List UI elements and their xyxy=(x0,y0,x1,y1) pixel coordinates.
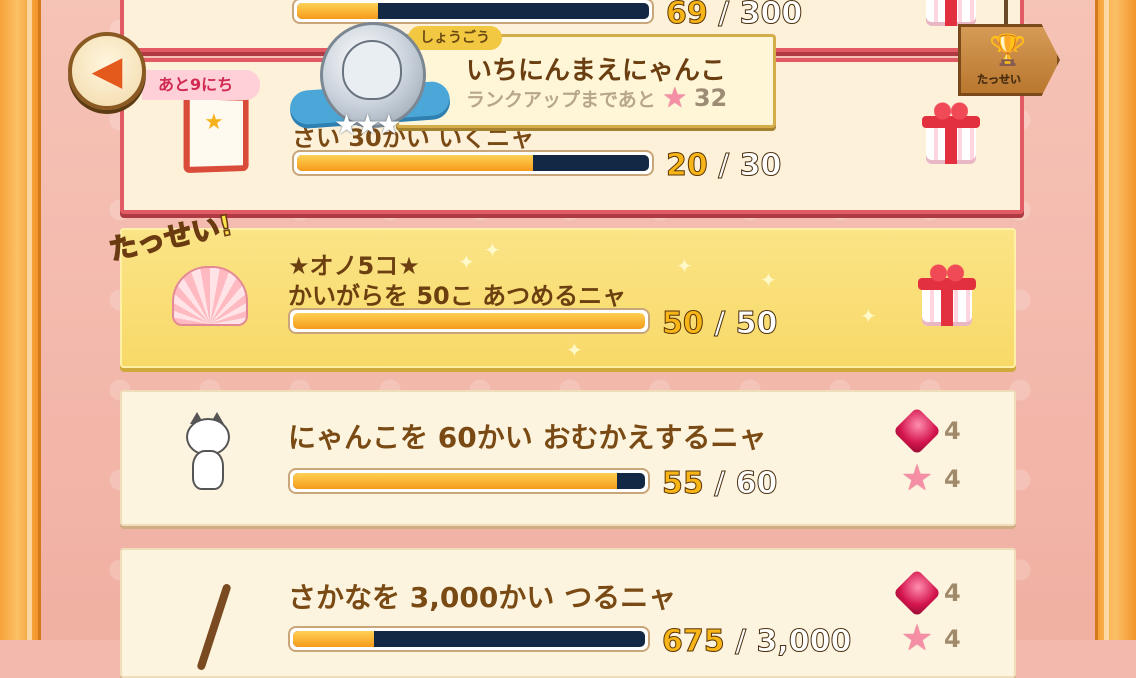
progress-count: 675 / 3,000 xyxy=(662,624,852,660)
right-frame xyxy=(1095,0,1136,640)
progress-count: 55 / 60 xyxy=(662,466,778,502)
progress-fill xyxy=(297,3,378,19)
progress-bar xyxy=(288,308,650,334)
progress-bar xyxy=(288,626,650,652)
star-icon: ★ xyxy=(900,618,934,659)
progress-count: 69 / 300 xyxy=(666,0,803,32)
gift-box-icon[interactable] xyxy=(922,0,980,26)
gift-box-icon[interactable] xyxy=(922,102,980,164)
mission-card-achieved: ★オノ5コ★ かいがらを 50こ あつめるニャ 50 / 50 ✦ ✦ ✦ ✦ … xyxy=(120,228,1016,368)
sparkle-icon: ✦ xyxy=(458,250,475,274)
progress-fill xyxy=(293,631,374,647)
mission-card: さかなを 3,000かい つるニャ 675 / 3,000 4 ★ 4 xyxy=(120,548,1016,678)
rank-next: ランクアップまであと ★ 32 xyxy=(466,81,728,114)
progress-fill xyxy=(297,155,533,171)
left-frame xyxy=(0,0,41,640)
reward-star: ★ 4 xyxy=(900,458,961,499)
seashell-icon xyxy=(172,266,248,326)
sparkle-icon: ✦ xyxy=(860,304,877,328)
signboard-icon: ★ xyxy=(183,92,249,174)
trophy-icon: 🏆 xyxy=(989,33,1027,68)
back-arrow-icon: ◀ xyxy=(91,48,123,94)
days-left-badge: あと9にち xyxy=(142,70,260,100)
cat-icon xyxy=(182,412,230,490)
reward-gem: 4 xyxy=(892,406,961,456)
sparkle-icon: ✦ xyxy=(760,268,777,292)
mission-card: にゃんこを 60かい おむかえするニャ 55 / 60 4 ★ 4 xyxy=(120,390,1016,526)
progress-bar xyxy=(292,0,654,24)
rope xyxy=(1004,0,1008,26)
progress-count: 50 / 50 xyxy=(662,306,778,342)
progress-fill xyxy=(293,313,645,329)
progress-fill xyxy=(293,473,617,489)
progress-bar xyxy=(292,150,654,176)
gem-icon xyxy=(892,568,942,618)
sparkle-icon: ✦ xyxy=(676,254,693,278)
mission-title: にゃんこを 60かい おむかえするニャ xyxy=(288,421,767,454)
reward-star: ★ 4 xyxy=(900,618,961,659)
back-button[interactable]: ◀ xyxy=(68,32,146,110)
gift-box-icon[interactable] xyxy=(918,264,976,326)
rank-medal-icon: ★★★ xyxy=(288,22,452,150)
sparkle-icon: ✦ xyxy=(566,338,583,362)
star-icon: ★ xyxy=(662,81,688,114)
progress-count: 20 / 30 xyxy=(666,148,782,184)
gem-icon xyxy=(892,406,942,456)
fishing-rod-icon xyxy=(180,572,250,672)
reward-gem: 4 xyxy=(892,568,961,618)
rank-name: いちにんまえにゃんこ xyxy=(466,56,727,86)
mission-title: さかなを 3,000かい つるニャ xyxy=(288,581,677,614)
star-icon: ★ xyxy=(900,458,934,499)
sparkle-icon: ✦ xyxy=(484,238,501,262)
progress-bar xyxy=(288,468,650,494)
achievements-button[interactable]: 🏆 たっせい xyxy=(958,24,1060,96)
mission-title: かいがらを 50こ あつめるニャ xyxy=(288,282,627,310)
